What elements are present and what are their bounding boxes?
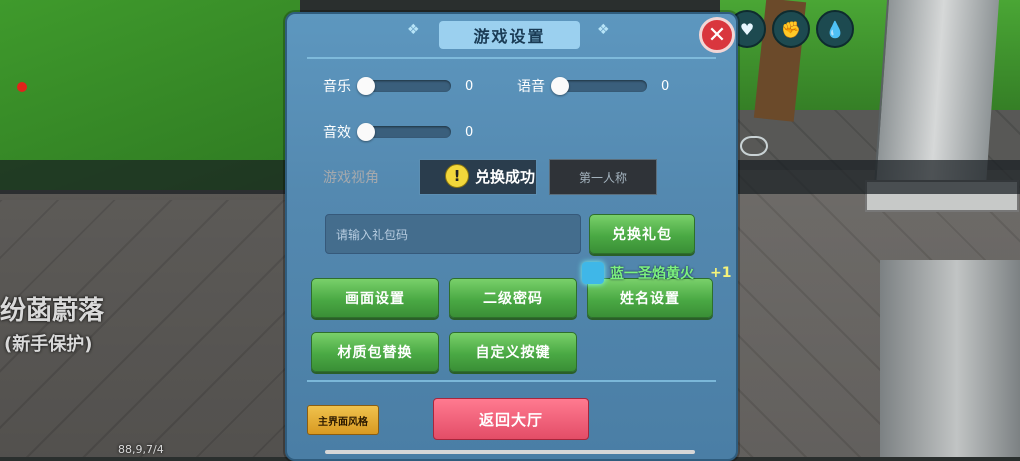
voice-slider-row: 语音 0 bbox=[517, 76, 669, 96]
voice-slider-knob[interactable] bbox=[551, 77, 569, 95]
secondary-password-button[interactable]: 二级密码 bbox=[449, 278, 577, 318]
sfx-slider-row: 音效 0 bbox=[323, 122, 473, 142]
ui-style-button[interactable]: 主界面风格 bbox=[307, 405, 379, 435]
pillar-lower bbox=[880, 260, 1020, 457]
area-name: 纷菡蔚落 bbox=[0, 296, 105, 326]
voice-slider[interactable] bbox=[551, 77, 647, 95]
sfx-slider[interactable] bbox=[357, 123, 451, 141]
custom-keys-button[interactable]: 自定义按键 bbox=[449, 332, 577, 372]
area-status: (新手保护) bbox=[4, 334, 93, 355]
settings-panel: ❖ 游戏设置 ❖ ✕ 音乐 0 语音 0 音效 0 游戏视角 第一人称 请输入礼… bbox=[285, 12, 738, 461]
sfx-value: 0 bbox=[465, 124, 474, 140]
name-settings-button[interactable]: 姓名设置 bbox=[587, 278, 713, 318]
music-slider-knob[interactable] bbox=[357, 77, 375, 95]
water-drop-icon[interactable]: 💧 bbox=[816, 10, 854, 48]
title-ornament-right: ❖ bbox=[597, 22, 610, 38]
coordinates: 88,9,7/4 bbox=[118, 443, 164, 456]
loot-count: +1 bbox=[710, 265, 732, 281]
sfx-slider-knob[interactable] bbox=[357, 123, 375, 141]
toast-text: 兑换成功 bbox=[475, 167, 536, 186]
return-lobby-button[interactable]: 返回大厅 bbox=[433, 398, 589, 440]
view-label: 游戏视角 bbox=[323, 170, 379, 186]
close-button[interactable]: ✕ bbox=[699, 17, 735, 53]
gift-code-input[interactable]: 请输入礼包码 bbox=[325, 214, 581, 254]
redeem-gift-button[interactable]: 兑换礼包 bbox=[589, 214, 695, 254]
loot-item-icon bbox=[582, 262, 604, 284]
bottom-divider bbox=[307, 380, 716, 382]
warning-icon: ! bbox=[445, 164, 469, 188]
panel-title: 游戏设置 bbox=[439, 21, 580, 49]
music-slider-row: 音乐 0 bbox=[323, 76, 473, 96]
redeem-success-toast: ! 兑换成功 bbox=[445, 164, 535, 188]
loot-notification: 蓝一圣焰黄火 +1 bbox=[582, 262, 731, 284]
eye-icon[interactable] bbox=[740, 136, 768, 156]
music-value: 0 bbox=[465, 78, 474, 94]
arm-icon[interactable]: ✊ bbox=[772, 10, 810, 48]
floor-tiles-left bbox=[0, 200, 290, 457]
home-indicator bbox=[325, 450, 695, 454]
close-icon: ✕ bbox=[707, 22, 727, 48]
marker-dot bbox=[17, 82, 27, 92]
loot-item-name: 蓝一圣焰黄火 bbox=[610, 266, 694, 282]
voice-value: 0 bbox=[661, 78, 670, 94]
texture-pack-button[interactable]: 材质包替换 bbox=[311, 332, 439, 372]
tab-first-person[interactable]: 第一人称 bbox=[549, 159, 657, 195]
graphics-settings-button[interactable]: 画面设置 bbox=[311, 278, 439, 318]
music-slider[interactable] bbox=[357, 77, 451, 95]
title-bar: 游戏设置 bbox=[407, 20, 612, 50]
top-divider bbox=[307, 57, 716, 59]
